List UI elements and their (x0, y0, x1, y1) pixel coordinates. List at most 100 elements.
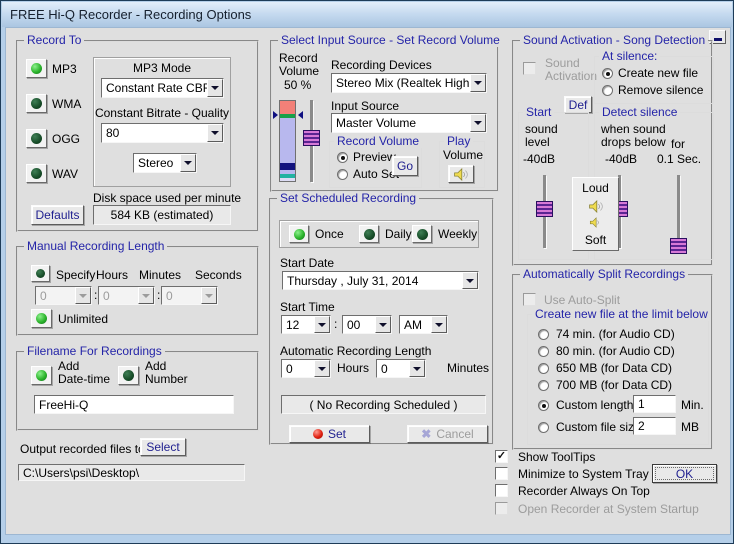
record-volume-slider-thumb[interactable] (303, 130, 320, 146)
chevron-down-icon[interactable] (462, 272, 478, 289)
output-path-field[interactable]: C:\Users\psi\Desktop\ (18, 464, 245, 481)
play-volume-title-1: Play (444, 135, 474, 148)
play-volume-subgroup: Play Volume (439, 135, 485, 188)
custom-size-radio[interactable] (538, 422, 549, 433)
once-button[interactable] (289, 225, 309, 243)
start-ampm-select[interactable]: AM (399, 315, 448, 334)
record-volume-label-2: Volume (279, 64, 320, 78)
use-auto-split-checkbox (523, 293, 536, 306)
format-wav-button[interactable] (26, 164, 47, 183)
chevron-down-icon[interactable] (375, 316, 391, 333)
led-off-icon (31, 98, 42, 109)
chevron-down-icon[interactable] (431, 316, 447, 333)
speaker-soft-icon[interactable] (589, 217, 602, 229)
auto-split-group: Automatically Split Recordings Use Auto-… (512, 268, 713, 450)
custom-length-radio[interactable] (538, 400, 549, 411)
start-minute-select[interactable]: 00 (342, 315, 392, 334)
auto-length-label: Automatic Recording Length (280, 344, 432, 358)
format-ogg-button[interactable] (26, 129, 47, 148)
minimize-tray-checkbox[interactable] (495, 467, 508, 480)
use-auto-split-label: Use Auto-Split (544, 293, 621, 307)
def-button[interactable]: Def (564, 96, 592, 113)
remove-silence-label: Remove silence (618, 83, 704, 97)
specify-button[interactable] (31, 265, 50, 282)
mp3-mode-select[interactable]: Constant Rate CBR (101, 78, 224, 98)
start-date-label: Start Date (280, 256, 335, 270)
seconds-select: 0 (161, 286, 218, 305)
ok-button[interactable]: OK (652, 464, 717, 483)
hours-label: Hours (96, 268, 129, 282)
volume-meter (279, 100, 296, 182)
custom-size-unit: MB (681, 420, 699, 434)
select-folder-button[interactable]: Select (140, 438, 186, 456)
add-datetime-button[interactable] (31, 366, 52, 385)
add-number-button[interactable] (118, 366, 139, 385)
chevron-down-icon[interactable] (409, 360, 425, 377)
chevron-down-icon[interactable] (207, 79, 223, 97)
limit-80min-radio[interactable] (538, 346, 549, 357)
minutes-label: Minutes (139, 268, 182, 282)
chevron-down-icon[interactable] (314, 360, 330, 377)
limit-80min-label: 80 min. (for Audio CD) (556, 344, 675, 358)
cancel-schedule-button: ✖ Cancel (407, 425, 488, 443)
weekly-button[interactable] (412, 225, 432, 243)
format-ogg-label: OGG (52, 132, 81, 146)
limit-650mb-radio[interactable] (538, 363, 549, 374)
recording-devices-select[interactable]: Stereo Mix (Realtek High De (331, 73, 487, 93)
create-new-file-radio[interactable] (602, 68, 613, 79)
led-off-icon (416, 228, 428, 240)
limit-700mb-radio[interactable] (538, 380, 549, 391)
chevron-down-icon (201, 287, 217, 304)
chevron-down-icon[interactable] (314, 316, 330, 333)
chevron-down-icon[interactable] (470, 74, 486, 92)
custom-size-input[interactable] (633, 417, 676, 435)
custom-length-input[interactable] (633, 395, 676, 413)
show-tooltips-label: Show ToolTips (518, 450, 596, 464)
record-dot-icon (312, 429, 323, 439)
start-level-slider-thumb[interactable] (536, 201, 553, 217)
auto-length-hours-select[interactable]: 0 (281, 359, 331, 378)
manual-length-title: Manual Recording Length (24, 240, 168, 253)
input-source-title: Select Input Source - Set Record Volume (278, 34, 503, 47)
chevron-down-icon[interactable] (470, 114, 486, 132)
format-wma-button[interactable] (26, 94, 47, 113)
duration-slider-thumb[interactable] (670, 238, 687, 254)
bitrate-label: Constant Bitrate - Quality (94, 106, 230, 120)
filename-input[interactable] (34, 395, 234, 414)
start-hour-select[interactable]: 12 (281, 315, 331, 334)
show-tooltips-checkbox[interactable]: ✓ (495, 450, 508, 463)
channels-select[interactable]: Stereo (133, 153, 197, 173)
start-date-select[interactable]: Thursday , July 31, 2014 (282, 271, 479, 290)
autoset-radio[interactable] (337, 169, 348, 180)
always-on-top-checkbox[interactable] (495, 484, 508, 497)
speaker-loud-icon[interactable] (588, 199, 604, 213)
remove-silence-radio[interactable] (602, 85, 613, 96)
preview-radio[interactable] (337, 152, 348, 163)
schedule-status-field: ( No Recording Scheduled ) (281, 395, 486, 414)
daily-button[interactable] (359, 225, 379, 243)
meter-marker-right-icon (298, 111, 303, 119)
defaults-button[interactable]: Defaults (31, 205, 84, 225)
format-mp3-button[interactable] (26, 59, 47, 78)
input-source-select[interactable]: Master Volume (331, 113, 487, 133)
chevron-down-icon[interactable] (207, 124, 223, 142)
unlimited-label: Unlimited (58, 312, 109, 326)
title-bar: FREE Hi-Q Recorder - Recording Options (2, 2, 732, 27)
go-button[interactable]: Go (392, 156, 418, 176)
loud-label: Loud (582, 181, 609, 195)
limit-subgroup: Create new file at the limit below 74 mi… (527, 308, 711, 445)
hours-select: 0 (35, 286, 92, 305)
auto-length-minutes-select[interactable]: 0 (376, 359, 426, 378)
checkmark-icon: ✓ (496, 450, 507, 462)
play-volume-button[interactable] (448, 165, 474, 183)
bitrate-select[interactable]: 80 (101, 123, 224, 143)
unlimited-button[interactable] (31, 309, 52, 328)
limit-74min-radio[interactable] (538, 329, 549, 340)
format-mp3-label: MP3 (52, 62, 77, 76)
add-datetime-label-2: Date-time (58, 372, 111, 386)
chevron-down-icon (75, 287, 91, 304)
colon-separator: : (334, 317, 338, 331)
chevron-down-icon[interactable] (180, 154, 196, 172)
format-wma-label: WMA (52, 97, 82, 111)
set-schedule-button[interactable]: Set (289, 425, 370, 443)
